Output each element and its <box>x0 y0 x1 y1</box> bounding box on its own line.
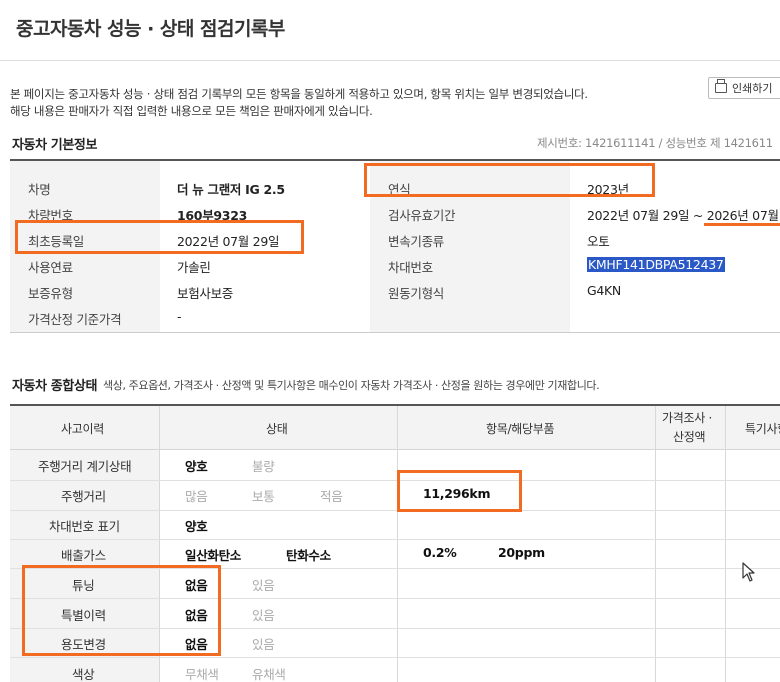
column-divider <box>655 406 656 682</box>
row-divider <box>10 480 780 481</box>
label-vin: 차대번호 <box>388 260 433 275</box>
row-divider <box>10 539 780 540</box>
print-button-label: 인쇄하기 <box>732 82 773 95</box>
column-divider <box>725 406 726 682</box>
option-unselected: 많음 <box>185 489 208 504</box>
row-label-odometer-state: 주행거리 계기상태 <box>38 459 132 474</box>
status-title: 자동차 종합상태 <box>12 379 98 394</box>
value-engine-type: G4KN <box>587 283 621 298</box>
title-divider <box>0 60 780 61</box>
label-fuel: 사용연료 <box>28 260 73 275</box>
notice-text: 본 페이지는 중고자동차 성능 · 상태 점검 기록부의 모든 항목을 동일하게… <box>10 86 588 120</box>
print-button[interactable]: 인쇄하기 <box>708 77 780 99</box>
option-unselected: 있음 <box>252 637 275 652</box>
header-item: 항목/해당부품 <box>486 422 555 436</box>
notice-line-2: 해당 내용은 판매자가 직접 입력한 내용으로 모든 책임은 판매자에게 있습니… <box>10 104 373 118</box>
emission-co-label: 일산화탄소 <box>185 548 242 563</box>
row-label-mileage: 주행거리 <box>61 489 106 504</box>
printer-icon <box>715 79 727 93</box>
row-label-emissions: 배출가스 <box>61 548 106 563</box>
column-divider <box>397 406 398 682</box>
value-fuel: 가솔린 <box>177 260 211 275</box>
label-warranty: 보증유형 <box>28 286 73 301</box>
option-unselected: 적음 <box>320 489 343 504</box>
header-accident-history: 사고이력 <box>61 422 104 436</box>
emission-co-value: 0.2% <box>423 545 457 560</box>
label-base-price: 가격산정 기준가격 <box>28 312 122 327</box>
option-unselected: 있음 <box>252 608 275 623</box>
page-title: 중고자동차 성능 · 상태 점검기록부 <box>16 18 285 40</box>
label-car-name: 차명 <box>28 182 51 197</box>
highlight-model-year <box>364 163 655 197</box>
value-car-name: 더 뉴 그랜저 IG 2.5 <box>177 182 285 197</box>
header-price-line2: 산정액 <box>673 430 706 444</box>
mouse-cursor-icon <box>742 562 755 582</box>
value-inspection-validity: 2022년 07월 29일 ~ 2026년 07월 <box>587 208 779 223</box>
header-special: 특기사항 <box>745 422 780 436</box>
value-transmission: 오토 <box>587 234 610 249</box>
header-price-line1: 가격조사 · <box>662 411 712 425</box>
option-unselected: 있음 <box>252 578 275 593</box>
option-unselected: 보통 <box>252 489 275 504</box>
value-base-price: - <box>177 309 182 324</box>
label-transmission: 변속기종류 <box>388 234 445 249</box>
label-inspection-validity: 검사유효기간 <box>388 208 456 223</box>
row-divider <box>10 510 780 511</box>
row-label-color: 색상 <box>72 667 95 682</box>
notice-line-1: 본 페이지는 중고자동차 성능 · 상태 점검 기록부의 모든 항목을 동일하게… <box>10 87 588 101</box>
highlight-history-options <box>22 565 221 656</box>
row-label-vin-marking: 차대번호 표기 <box>49 519 120 534</box>
option-unselected: 유채색 <box>252 667 286 682</box>
highlight-mileage <box>397 470 522 512</box>
basic-info-meta: 제시번호: 1421611141 / 성능번호 제 1421611 <box>537 136 773 150</box>
vin-selected-text[interactable]: KMHF141DBPA512437 <box>587 257 725 272</box>
label-engine-type: 원동기형식 <box>388 286 445 301</box>
option-selected: 양호 <box>185 519 208 534</box>
status-subtitle: 색상, 주요옵션, 가격조사 · 산정액 및 특기사항은 매수인이 자동차 가격… <box>103 379 600 392</box>
option-unselected: 불량 <box>252 459 275 474</box>
emission-hc-value: 20ppm <box>498 545 545 560</box>
emission-hc-label: 탄화수소 <box>286 548 331 563</box>
highlight-inspection-end <box>704 223 780 226</box>
highlight-first-registration <box>15 220 304 254</box>
option-selected: 양호 <box>185 459 208 474</box>
value-warranty: 보험사보증 <box>177 286 234 301</box>
value-vin[interactable]: KMHF141DBPA512437 <box>587 257 725 272</box>
option-unselected: 무채색 <box>185 667 219 682</box>
basic-info-title: 자동차 기본정보 <box>12 138 98 153</box>
row-divider <box>10 657 780 658</box>
header-state: 상태 <box>266 422 288 436</box>
